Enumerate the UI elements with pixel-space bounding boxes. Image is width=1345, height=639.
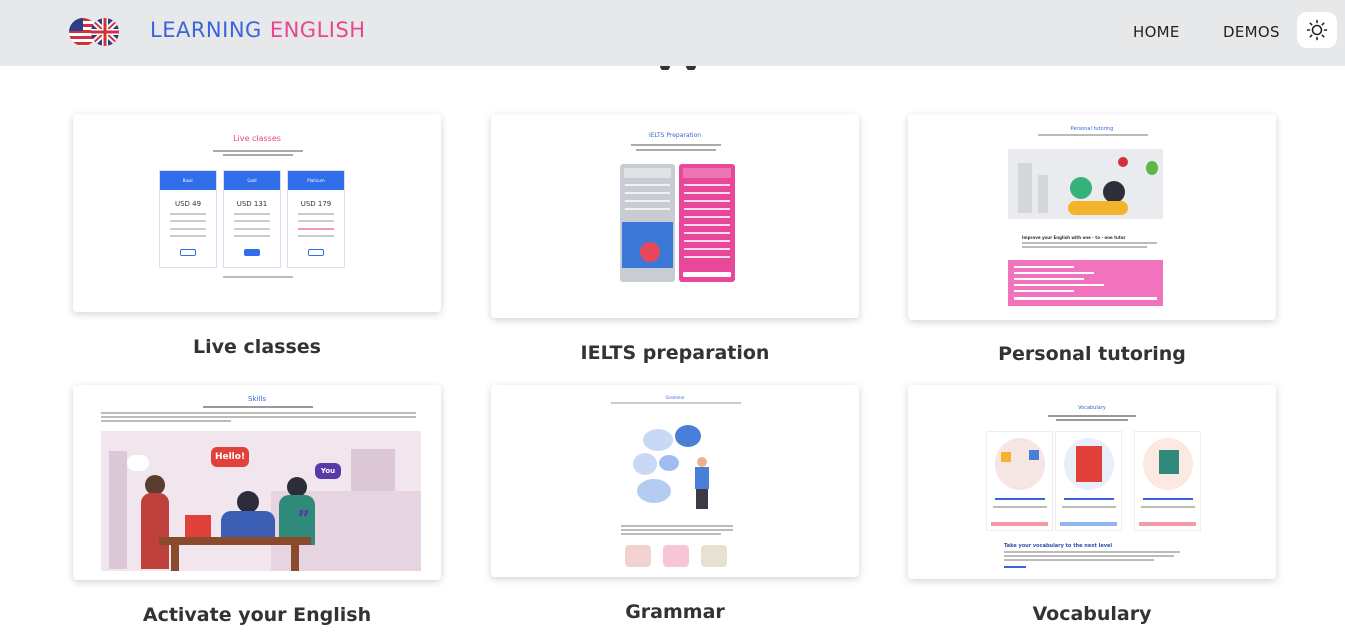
demo-card-vocabulary[interactable]: Vocabulary Take your vocabulary to the n…	[908, 385, 1276, 579]
preview-heading: Live classes	[233, 134, 281, 143]
preview-heading: IELTS Preparation	[648, 132, 702, 139]
demo-card-live-classes[interactable]: Live classes Basic USD 49 Gold USD 131 P…	[73, 114, 441, 312]
card-title-ielts[interactable]: IELTS preparation	[491, 342, 859, 364]
card-title-grammar[interactable]: Grammar	[491, 601, 859, 623]
preview-subtext	[203, 149, 313, 158]
brand-logo[interactable]	[68, 16, 122, 48]
preview-heading: Grammar	[665, 395, 685, 400]
brand-name[interactable]: LEARNING ENGLISH	[150, 18, 366, 42]
preview-illustration: Hello! You ”	[101, 431, 421, 571]
card-title-personal-tutoring[interactable]: Personal tutoring	[908, 343, 1276, 365]
preview-footnote	[223, 276, 293, 278]
plan-buy-button	[180, 249, 196, 256]
plan-card-platinum: Platinum USD 179	[287, 170, 345, 268]
card-title-activate-english[interactable]: Activate your English	[73, 604, 441, 626]
theme-toggle-button[interactable]	[1297, 12, 1337, 48]
plan-buy-button	[244, 249, 260, 256]
plan-name: Platinum	[288, 171, 344, 190]
plan-card-gold: Gold USD 131	[223, 170, 281, 268]
preview-column-right	[679, 164, 735, 282]
preview-heading: Skills	[248, 395, 266, 403]
brand-word-english: ENGLISH	[269, 18, 366, 42]
preview-illustration	[631, 425, 721, 509]
preview-illustration	[1008, 149, 1163, 219]
plan-buy-button	[308, 249, 324, 256]
demo-card-grammar[interactable]: Grammar	[491, 385, 859, 577]
sun-icon	[1306, 19, 1328, 41]
plan-price: USD 49	[174, 200, 202, 208]
speech-bubble: You	[315, 463, 341, 479]
preview-column	[1134, 431, 1201, 531]
plan-card-basic: Basic USD 49	[159, 170, 217, 268]
preview-subheading: Take your vocabulary to the next level	[1004, 543, 1113, 549]
card-title-vocabulary[interactable]: Vocabulary	[908, 603, 1276, 625]
demo-card-ielts[interactable]: IELTS Preparation	[491, 114, 859, 318]
brand-word-learning: LEARNING	[150, 18, 262, 42]
plan-name: Basic	[160, 171, 216, 190]
top-navbar: LEARNING ENGLISH HOME DEMOS	[0, 0, 1345, 66]
preview-heading: Personal tutoring	[1070, 126, 1114, 132]
card-title-live-classes[interactable]: Live classes	[73, 336, 441, 358]
demo-card-activate-english[interactable]: Skills Hello! You ”	[73, 385, 441, 580]
plan-name: Gold	[224, 171, 280, 190]
speech-bubble: Hello!	[211, 447, 249, 467]
demo-card-personal-tutoring[interactable]: Personal tutoring Improve your English w…	[908, 114, 1276, 320]
nav-home-link[interactable]: HOME	[1133, 23, 1180, 41]
flags-logo-icon	[69, 18, 119, 46]
preview-pink-panel	[1008, 260, 1163, 306]
preview-column	[1055, 431, 1122, 531]
plan-price: USD 131	[236, 200, 268, 208]
preview-column-left	[620, 164, 675, 282]
preview-subheading: Improve your English with one - to - one…	[1022, 235, 1126, 240]
nav-demos-link[interactable]: DEMOS	[1223, 23, 1280, 41]
plan-price: USD 179	[300, 200, 332, 208]
preview-heading: Vocabulary	[1078, 405, 1106, 411]
preview-column	[986, 431, 1053, 531]
